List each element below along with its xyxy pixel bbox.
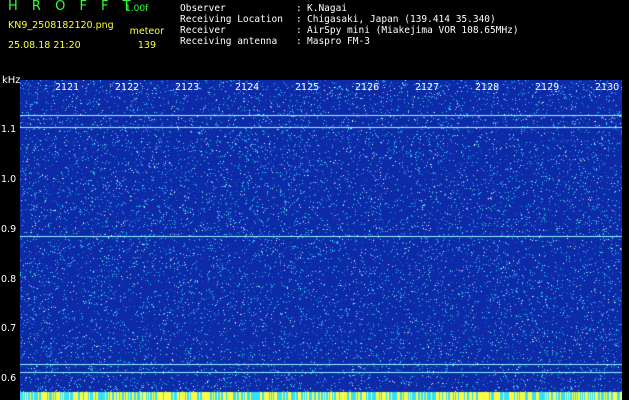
y-axis-unit: kHz: [2, 75, 21, 86]
x-tick-label: 2130: [595, 82, 620, 93]
y-tick-label: 0.6: [1, 373, 17, 384]
version-label: 1.00f: [125, 4, 149, 14]
spectrogram-canvas[interactable]: [20, 80, 622, 400]
y-tick-label: 0.8: [1, 274, 17, 285]
info-row-receiver: Receiver: AirSpy mini (Miakejima VOR 108.…: [180, 25, 519, 36]
info-key: Receiving antenna: [180, 36, 278, 47]
info-value: AirSpy mini (Miakejima VOR 108.65MHz): [307, 25, 519, 36]
app-title: H R O F F T: [8, 0, 136, 14]
x-tick-label: 2124: [235, 82, 260, 93]
info-value: Chigasaki, Japan (139.414 35.340): [307, 14, 496, 25]
meteor-count: 139: [137, 40, 156, 51]
y-tick-label: 0.9: [1, 224, 17, 235]
x-tick-label: 2122: [115, 82, 140, 93]
x-tick-label: 2127: [415, 82, 440, 93]
x-tick-label: 2125: [295, 82, 320, 93]
x-tick-label: 2129: [535, 82, 560, 93]
info-value: Maspro FM-3: [307, 36, 370, 47]
info-row-antenna: Receiving antenna: Maspro FM-3: [180, 36, 370, 47]
info-key: Receiving Location: [180, 14, 283, 25]
y-tick-label: 1.0: [1, 174, 17, 185]
y-tick-label: 0.7: [1, 323, 17, 334]
y-tick-label: 1.1: [1, 124, 17, 135]
info-value: K.Nagai: [307, 3, 348, 14]
info-row-observer: Observer: K.Nagai: [180, 3, 348, 14]
x-tick-label: 2126: [355, 82, 380, 93]
info-row-location: Receiving Location: Chigasaki, Japan (139…: [180, 14, 496, 25]
x-tick-label: 2128: [475, 82, 500, 93]
info-key: Observer: [180, 3, 226, 14]
datetime-label: 25.08.18 21:20: [8, 40, 81, 51]
meteor-label: meteor: [129, 26, 164, 37]
filename-label: KN9_2508182120.png: [8, 20, 114, 31]
info-key: Receiver: [180, 25, 226, 36]
x-tick-label: 2123: [175, 82, 200, 93]
x-tick-label: 2121: [55, 82, 80, 93]
